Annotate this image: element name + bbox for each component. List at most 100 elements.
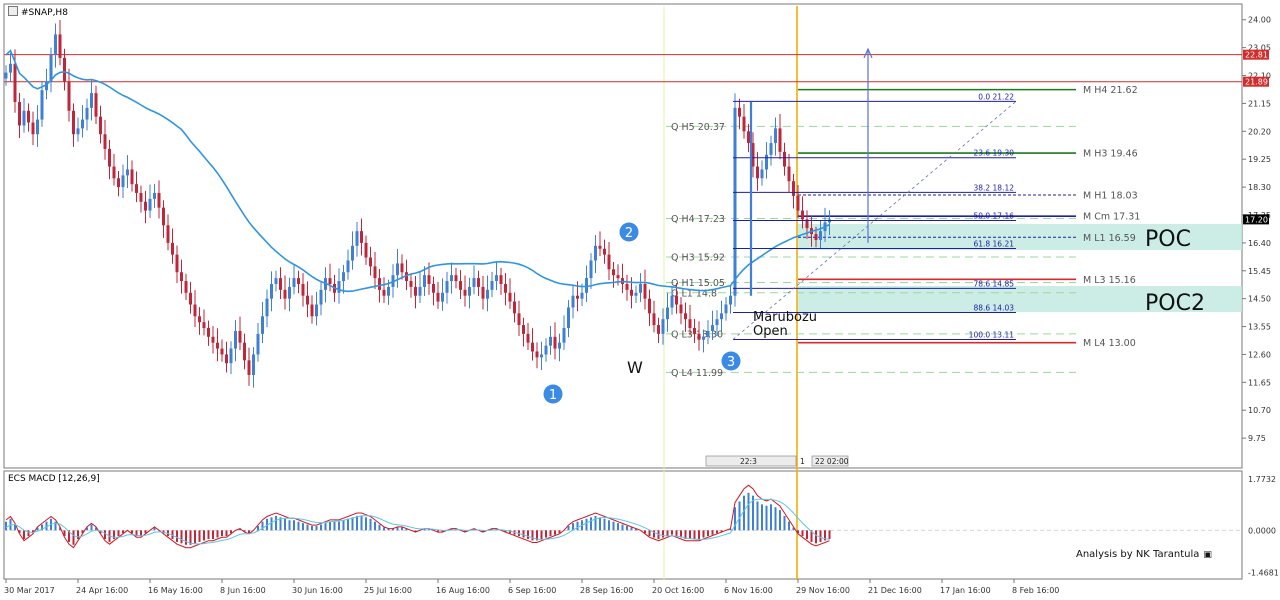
candle-body	[22, 110, 26, 126]
candle-body	[562, 328, 566, 343]
navigator-label: 22:3	[740, 457, 757, 466]
time-tick-label: 20 Oct 16:00	[652, 586, 704, 595]
candle-body	[4, 72, 8, 79]
candle-body	[742, 116, 746, 132]
candle-body	[63, 57, 66, 82]
poc-label: POC	[1145, 227, 1191, 252]
candle-body	[378, 278, 381, 290]
close-icon[interactable]: ▣	[1203, 550, 1212, 560]
candle-body	[387, 286, 390, 296]
candle-body	[54, 34, 57, 55]
price-tick-label: 18.30	[1248, 183, 1271, 192]
time-tick-label: 30 Mar 2017	[4, 586, 55, 595]
macd-tick-label: 1.7732	[1248, 475, 1276, 484]
candle-body	[486, 289, 489, 299]
candle-body	[639, 283, 642, 293]
open-label: Open	[753, 324, 788, 339]
candle-body	[112, 166, 116, 179]
candle-body	[540, 354, 543, 358]
candle-body	[225, 354, 228, 364]
candle-body	[117, 178, 120, 188]
candle-body	[234, 330, 237, 349]
candle-body	[328, 278, 332, 284]
m-level-label: M L4 13.00	[1083, 338, 1136, 349]
candle-body	[216, 342, 219, 349]
candle-body	[544, 345, 548, 355]
time-tick-label: 25 Jul 16:00	[364, 586, 412, 595]
candle-body	[454, 275, 458, 282]
candle-body	[171, 242, 174, 255]
candle-body	[301, 283, 305, 296]
candle-body	[787, 166, 791, 182]
candle-body	[607, 254, 611, 270]
candle-body	[139, 192, 143, 202]
candle-body	[531, 342, 534, 352]
price-badge-label: 21.89	[1245, 78, 1268, 87]
candle-body	[522, 325, 525, 334]
fib-level-label: 100.0 13.11	[969, 330, 1015, 339]
candle-body	[346, 260, 350, 273]
candle-body	[603, 248, 606, 255]
poc2-label: POC2	[1145, 291, 1205, 316]
time-tick-label: 16 May 16:00	[148, 586, 203, 595]
m-level-label: M L1 16.59	[1083, 233, 1136, 244]
pattern-label: W	[627, 358, 643, 377]
candle-body	[355, 231, 359, 246]
candle-body	[121, 175, 125, 188]
candle-body	[801, 210, 804, 220]
candle-body	[814, 234, 818, 240]
candle-body	[261, 316, 264, 334]
candle-body	[9, 63, 12, 73]
candle-body	[594, 245, 597, 261]
q-level-label: Q H5 20.37	[671, 122, 725, 133]
candle-body	[513, 301, 516, 314]
fib-level-label: 78.6 14.85	[973, 279, 1014, 288]
candle-body	[400, 263, 404, 273]
price-tick-label: 15.45	[1248, 267, 1271, 276]
candle-body	[90, 93, 93, 108]
candle-body	[135, 184, 138, 193]
candle-body	[175, 254, 179, 273]
candle-body	[373, 266, 377, 279]
candle-body	[220, 348, 224, 355]
candle-body	[715, 319, 719, 326]
candle-body	[567, 307, 570, 329]
price-badge-label: 17.20	[1245, 215, 1268, 224]
candle-body	[207, 328, 210, 337]
candle-body	[693, 328, 696, 334]
candle-body	[598, 245, 602, 249]
candle-body	[441, 292, 444, 302]
candle-body	[738, 107, 741, 117]
candle-body	[436, 292, 440, 302]
candle-body	[675, 295, 678, 305]
candle-body	[292, 278, 296, 287]
candle-body	[27, 110, 30, 123]
m-level-label: M H4 21.62	[1083, 85, 1138, 96]
candle-body	[198, 316, 201, 323]
candle-body	[130, 169, 134, 185]
candle-body	[684, 313, 687, 320]
candle-body	[499, 275, 503, 284]
candle-body	[76, 128, 80, 135]
fib-level-label: 61.8 16.21	[973, 239, 1014, 248]
candle-body	[364, 242, 368, 258]
candle-body	[414, 286, 417, 296]
time-tick-label: 21 Dec 16:00	[868, 586, 922, 595]
analysis-credit: Analysis by NK Tarantula ▣	[1076, 549, 1212, 560]
candle-body	[625, 283, 629, 290]
candle-body	[666, 307, 669, 320]
candle-body	[103, 134, 107, 149]
candle-body	[157, 192, 161, 208]
candle-body	[616, 275, 620, 279]
candle-body	[297, 278, 300, 284]
time-tick-label: 29 Nov 16:00	[796, 586, 850, 595]
candle-body	[733, 107, 737, 296]
candle-body	[427, 275, 431, 284]
candle-body	[747, 131, 750, 144]
candle-body	[283, 289, 287, 299]
candle-body	[18, 101, 21, 126]
price-tick-label: 20.20	[1248, 127, 1271, 136]
candle-body	[756, 166, 759, 179]
candle-body	[382, 289, 386, 296]
candle-body	[706, 330, 710, 337]
